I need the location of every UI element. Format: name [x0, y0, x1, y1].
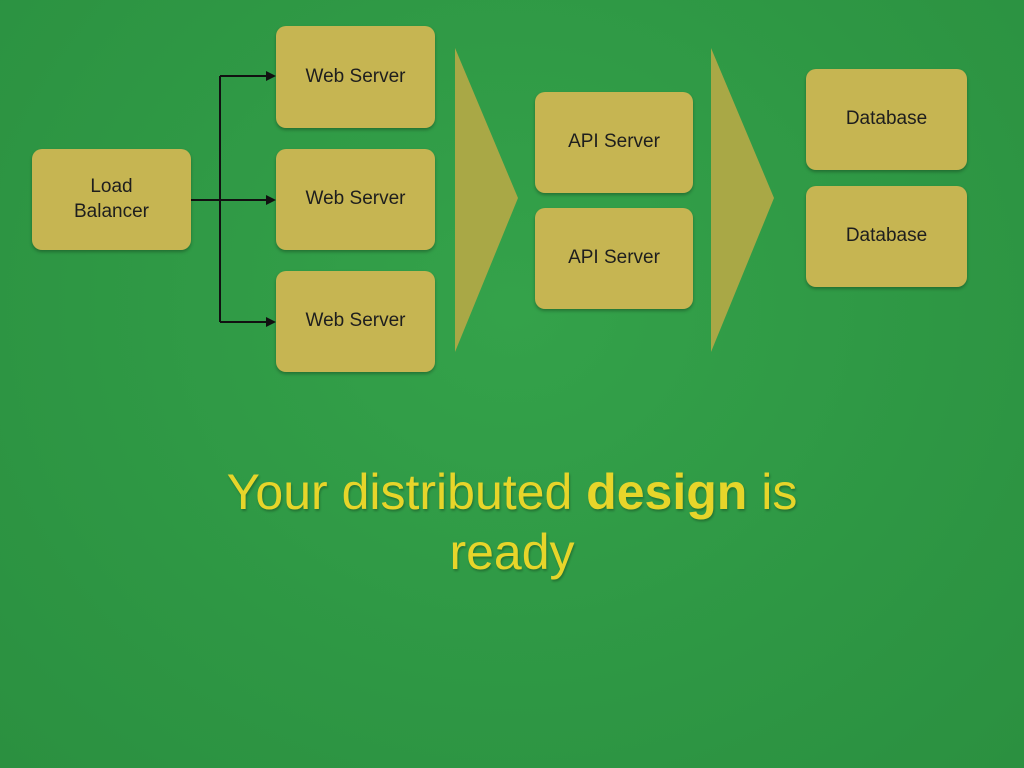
database-box: Database — [806, 186, 967, 287]
database-box: Database — [806, 69, 967, 170]
web-server-box: Web Server — [276, 271, 435, 372]
database-label: Database — [845, 225, 928, 247]
caption-text-before: Your distributed — [226, 464, 587, 520]
web-server-label: Web Server — [305, 65, 406, 87]
api-server-box: API Server — [535, 92, 693, 193]
caption-line-2: ready — [449, 524, 575, 580]
web-server-box: Web Server — [276, 149, 435, 250]
load-balancer-label: Load Balancer — [74, 175, 149, 222]
slide-caption: Your distributed design is ready — [0, 462, 1024, 582]
web-server-box: Web Server — [276, 26, 435, 128]
caption-emphasis: design — [586, 464, 748, 520]
api-server-label: API Server — [568, 247, 660, 269]
caption-line-1: Your distributed design is — [0, 462, 1024, 522]
web-server-label: Web Server — [305, 310, 406, 332]
database-label: Database — [845, 108, 928, 130]
load-balancer-box: Load Balancer — [32, 149, 191, 250]
api-server-box: API Server — [535, 208, 693, 309]
caption-text-after: is — [747, 464, 798, 520]
web-server-label: Web Server — [305, 188, 406, 210]
api-server-label: API Server — [568, 131, 660, 153]
